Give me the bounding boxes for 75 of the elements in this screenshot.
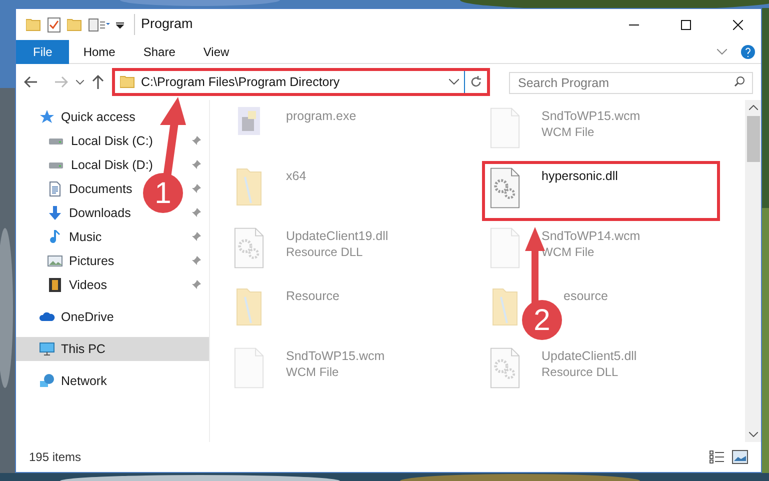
pin-icon[interactable] xyxy=(191,232,201,242)
film-icon xyxy=(47,277,63,293)
close-icon xyxy=(733,20,743,30)
gear-file-icon xyxy=(490,347,520,389)
down-arrow-icon xyxy=(47,205,63,221)
nav-item[interactable]: Local Disk (D:) xyxy=(47,156,153,174)
nav-item[interactable]: Network xyxy=(39,372,107,390)
blank-file-icon xyxy=(490,227,520,269)
chevron-down-icon[interactable] xyxy=(76,80,84,84)
ribbon-tab[interactable]: Home xyxy=(69,40,130,64)
pin-icon[interactable] xyxy=(191,280,201,290)
gear-file-icon xyxy=(490,167,520,209)
star-icon xyxy=(39,109,55,125)
file-type: Resource DLL xyxy=(542,364,620,380)
search-field[interactable]: Search Program xyxy=(509,72,753,94)
folder-icon xyxy=(120,76,135,88)
blank-file-icon xyxy=(234,347,264,389)
scroll-thumb[interactable] xyxy=(746,116,760,162)
drive-icon xyxy=(48,138,64,144)
nav-item[interactable]: Downloads xyxy=(47,204,131,222)
gear-file-icon xyxy=(234,227,264,269)
program-icon xyxy=(237,107,261,135)
search-icon[interactable] xyxy=(734,76,745,87)
nav-item[interactable]: This PC xyxy=(39,340,106,358)
nav-item[interactable]: Local Disk (C:) xyxy=(47,132,153,150)
scrollbar[interactable] xyxy=(745,100,761,442)
network-icon xyxy=(39,373,55,389)
window-title: Program xyxy=(134,14,193,35)
refresh-icon[interactable] xyxy=(470,76,482,88)
file-name[interactable]: hypersonic.dll xyxy=(542,168,618,184)
folder-icon xyxy=(26,18,41,30)
nav-item[interactable]: Music xyxy=(47,228,102,246)
back-arrow-icon[interactable] xyxy=(24,76,38,88)
chevron-down-icon[interactable] xyxy=(449,79,459,85)
checklist-icon[interactable] xyxy=(47,16,61,32)
folder-icon xyxy=(67,18,82,30)
up-arrow-icon[interactable] xyxy=(92,75,104,89)
details-view-icon[interactable] xyxy=(709,450,725,464)
status-text: 195 items xyxy=(29,449,82,466)
pin-icon[interactable] xyxy=(191,184,201,194)
nav-item[interactable]: Quick access xyxy=(39,108,136,126)
drive-icon xyxy=(48,162,64,168)
file-type: Resource DLL xyxy=(286,244,364,260)
help-icon[interactable] xyxy=(741,44,755,58)
pin-icon[interactable] xyxy=(191,160,201,170)
nav-item[interactable]: Documents xyxy=(47,180,132,198)
blank-file-icon xyxy=(490,107,520,149)
file-type: WCM File xyxy=(286,364,340,380)
ribbon-tab[interactable]: File xyxy=(16,40,70,64)
pin-icon[interactable] xyxy=(191,136,201,146)
file-type: WCM File xyxy=(542,244,596,260)
file-type: WCM File xyxy=(542,124,596,140)
scroll-up-icon[interactable] xyxy=(748,105,758,110)
properties-icon[interactable] xyxy=(88,18,110,32)
dropdown-icon[interactable] xyxy=(116,20,124,28)
nav-item[interactable]: Videos xyxy=(47,276,107,294)
chevron-down-icon[interactable] xyxy=(717,48,727,54)
picture-frame-icon xyxy=(47,253,63,269)
nav-item[interactable]: Pictures xyxy=(47,252,114,270)
monitor-icon xyxy=(39,341,55,357)
ribbon-tab[interactable]: Share xyxy=(129,40,190,64)
music-note-icon xyxy=(47,229,63,245)
pin-icon[interactable] xyxy=(191,256,201,266)
scroll-down-icon[interactable] xyxy=(748,432,758,437)
address-bar[interactable]: C:\Program Files\Program Directory xyxy=(115,71,487,93)
folder-icon xyxy=(490,287,518,327)
document-icon xyxy=(47,181,63,197)
minimize-icon xyxy=(629,24,639,26)
ribbon-tab[interactable]: View xyxy=(189,40,244,64)
folder-icon xyxy=(235,287,263,327)
folder-icon xyxy=(235,167,263,207)
thumbnail-view-icon[interactable] xyxy=(732,450,748,464)
nav-item[interactable]: OneDrive xyxy=(39,308,114,326)
pin-icon[interactable] xyxy=(191,208,201,218)
maximize-icon xyxy=(681,20,691,30)
